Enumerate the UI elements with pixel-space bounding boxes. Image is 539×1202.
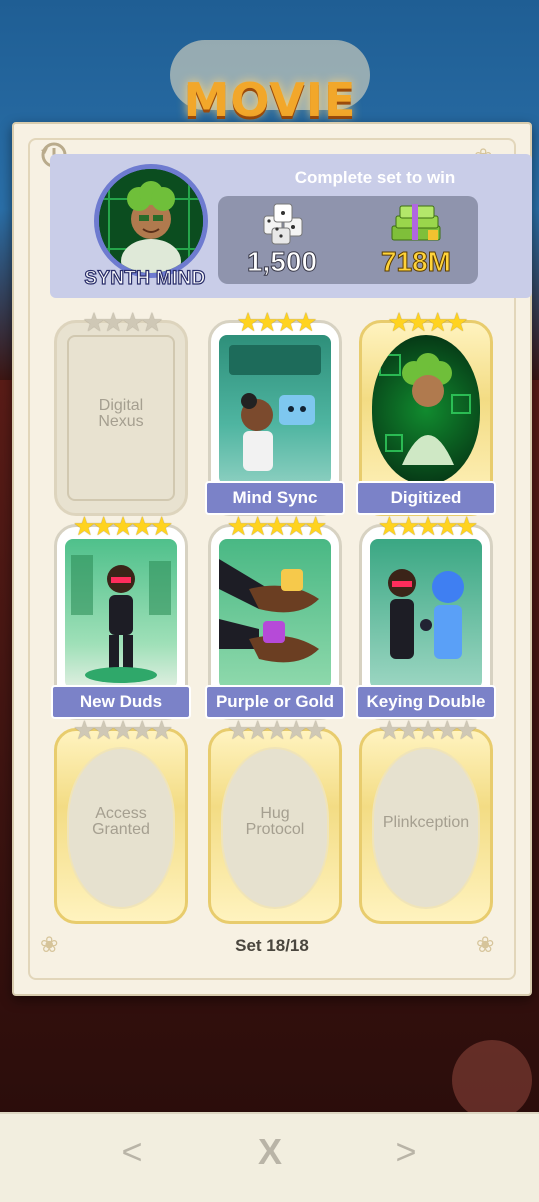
- card-art: [372, 335, 480, 485]
- card-name: Mind Sync: [205, 481, 345, 515]
- bottom-navigation: < X >: [0, 1112, 539, 1202]
- card-access-granted[interactable]: ★★★★★ Access Granted: [54, 717, 188, 924]
- card-keying-double[interactable]: ★★★★★ Keying Double: [356, 513, 496, 720]
- card-name: Keying Double: [356, 685, 496, 719]
- card-stars: ★★★★★: [226, 715, 328, 745]
- set-avatar: [94, 164, 208, 278]
- reward-box: 1,500 718M: [218, 196, 478, 284]
- close-button[interactable]: X: [240, 1130, 300, 1174]
- next-button[interactable]: >: [376, 1130, 436, 1174]
- card-mind-sync[interactable]: ★★★★ Mind Sync: [205, 309, 345, 516]
- card-stars: ★★★★★: [377, 511, 479, 541]
- card-stars: ★★★★: [82, 307, 163, 337]
- card-art: [219, 335, 331, 485]
- previous-button[interactable]: <: [102, 1130, 162, 1174]
- card-art: [370, 539, 482, 689]
- card-name: Digitized: [356, 481, 496, 515]
- cash-reward-value: 718M: [380, 246, 452, 278]
- card-art: [219, 539, 331, 689]
- card-stars: ★★★★★: [72, 511, 174, 541]
- dice-icon: [260, 202, 308, 246]
- card-set-modal: ❀ ❀ ❀ Complete set to win: [12, 122, 532, 996]
- card-art: [65, 539, 177, 689]
- card-stars: ★★★★: [236, 307, 317, 337]
- card-digitized[interactable]: ★★★★ Digitized: [356, 309, 496, 516]
- set-header: Complete set to win SYNTH MIND 1,500 718…: [50, 154, 532, 298]
- card-stars: ★★★★: [387, 307, 468, 337]
- card-name: Access Granted: [92, 805, 150, 838]
- card-plinkception[interactable]: ★★★★★ Plinkception: [359, 717, 493, 924]
- cash-stack-icon: [388, 200, 444, 246]
- card-stars: ★★★★★: [72, 715, 174, 745]
- card-name: Hug Protocol: [245, 805, 305, 838]
- card-name: Digital Nexus: [98, 397, 144, 430]
- card-stars: ★★★★★: [377, 715, 479, 745]
- set-progress-label: Set 18/18: [235, 936, 309, 955]
- background-side-button: [452, 1040, 532, 1120]
- complete-set-subtitle: Complete set to win: [294, 168, 456, 187]
- card-name: New Duds: [51, 685, 191, 719]
- set-name-label: SYNTH MIND: [84, 267, 206, 289]
- card-name: Purple or Gold: [205, 685, 345, 719]
- card-new-duds[interactable]: ★★★★★ New Duds: [51, 513, 191, 720]
- card-purple-or-gold[interactable]: ★★★★★ Purple or Gold: [205, 513, 345, 720]
- card-stars: ★★★★★: [226, 511, 328, 541]
- dice-reward-value: 1,500: [246, 246, 318, 278]
- card-hug-protocol[interactable]: ★★★★★ Hug Protocol: [208, 717, 342, 924]
- card-digital-nexus[interactable]: ★★★★ Digital Nexus: [54, 309, 188, 516]
- card-name: Plinkception: [382, 814, 470, 831]
